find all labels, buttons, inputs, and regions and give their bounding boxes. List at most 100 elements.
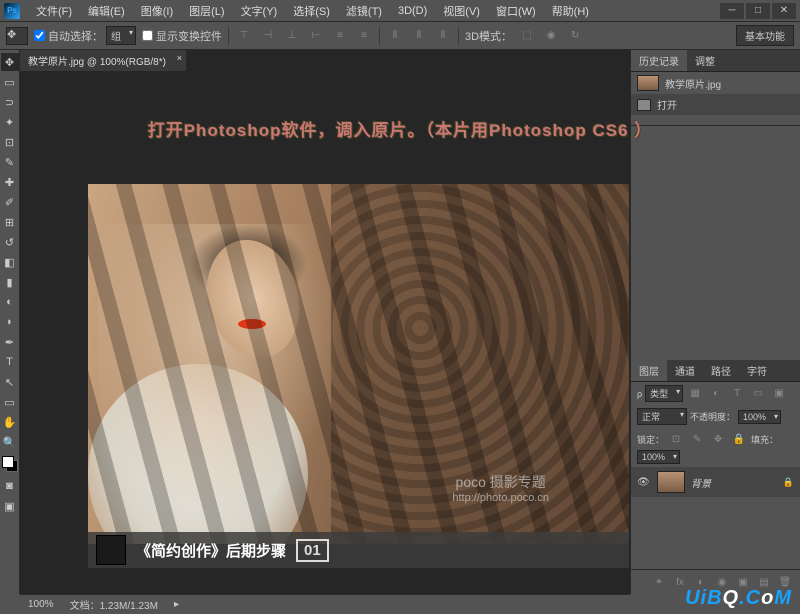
eyedropper-tool[interactable]: ✎: [1, 153, 19, 171]
wand-tool[interactable]: ✦: [1, 113, 19, 131]
brush-tool[interactable]: ✐: [1, 193, 19, 211]
move-tool-icon[interactable]: ✥: [6, 27, 28, 45]
color-swatch[interactable]: [2, 456, 18, 472]
menu-file[interactable]: 文件(F): [28, 1, 80, 21]
menu-layer[interactable]: 图层(L): [181, 1, 232, 21]
filter-smart-icon[interactable]: ▣: [770, 386, 788, 402]
snapshot-thumb: [637, 75, 659, 91]
auto-select-dropdown[interactable]: 组: [106, 26, 136, 45]
blur-tool[interactable]: ◐: [1, 293, 19, 311]
foreground-color[interactable]: [2, 456, 14, 468]
menu-edit[interactable]: 编辑(E): [80, 1, 133, 21]
open-step-icon: [637, 99, 651, 111]
canvas[interactable]: poco 摄影专题 http://photo.poco.cn: [88, 184, 629, 544]
lock-all-icon[interactable]: 🔒: [730, 431, 748, 447]
filter-pixel-icon[interactable]: ▦: [686, 386, 704, 402]
tab-adjustments[interactable]: 调整: [687, 50, 723, 71]
align-icon-1[interactable]: ⊤: [235, 28, 253, 44]
tab-channels[interactable]: 通道: [667, 360, 703, 381]
opacity-value[interactable]: 100%: [738, 410, 781, 424]
fill-value[interactable]: 100%: [637, 450, 680, 464]
menu-3d[interactable]: 3D(D): [390, 3, 435, 19]
menu-help[interactable]: 帮助(H): [544, 1, 597, 21]
menu-select[interactable]: 选择(S): [285, 1, 338, 21]
watermark-line1: poco 摄影专题: [452, 472, 549, 492]
align-icon-2[interactable]: ⊣: [259, 28, 277, 44]
stamp-tool[interactable]: ⊞: [1, 213, 19, 231]
minimize-button[interactable]: ─: [720, 3, 744, 19]
tab-character[interactable]: 字符: [739, 360, 775, 381]
align-icon-5[interactable]: ≡: [331, 28, 349, 44]
lock-pixel-icon[interactable]: ✎: [688, 431, 706, 447]
lock-trans-icon[interactable]: ⊡: [667, 431, 685, 447]
auto-select-checkbox[interactable]: [34, 30, 45, 41]
crop-tool[interactable]: ⊡: [1, 133, 19, 151]
move-tool[interactable]: ✥: [1, 53, 19, 71]
tab-layers[interactable]: 图层: [631, 360, 667, 381]
blend-mode-dropdown[interactable]: 正常: [637, 408, 687, 425]
3d-icon-3[interactable]: ↻: [566, 28, 584, 44]
hand-tool[interactable]: ✋: [1, 413, 19, 431]
path-tool[interactable]: ↖: [1, 373, 19, 391]
menu-image[interactable]: 图像(I): [133, 1, 181, 21]
auto-select-label: 自动选择：: [48, 28, 103, 44]
layer-kind-dropdown[interactable]: 类型: [645, 385, 683, 402]
visibility-eye-icon[interactable]: 👁: [637, 477, 651, 487]
layer-lock-row: 锁定： ⊡ ✎ ✥ 🔒 填充： 100%: [631, 428, 800, 467]
tab-paths[interactable]: 路径: [703, 360, 739, 381]
align-icon-3[interactable]: ⊥: [283, 28, 301, 44]
screenmode-tool[interactable]: ▣: [1, 497, 19, 515]
history-step[interactable]: 打开: [631, 94, 800, 115]
tutorial-overlay-text: 打开Photoshop软件，调入原片。（本片用Photoshop CS6 ）: [40, 116, 760, 141]
layer-blend-row: 正常 不透明度： 100%: [631, 405, 800, 428]
gradient-tool[interactable]: ▮: [1, 273, 19, 291]
distribute-icon-2[interactable]: ⫴: [410, 28, 428, 44]
close-button[interactable]: ✕: [772, 3, 796, 19]
filter-adj-icon[interactable]: ◐: [707, 386, 725, 402]
tutorial-banner: 《简约创作》后期步骤 01: [88, 532, 629, 568]
dodge-tool[interactable]: ◗: [1, 313, 19, 331]
menu-window[interactable]: 窗口(W): [488, 1, 544, 21]
show-transform-group: 显示变换控件: [142, 28, 222, 44]
distribute-icon-1[interactable]: ⫴: [386, 28, 404, 44]
menu-filter[interactable]: 滤镜(T): [338, 1, 390, 21]
3d-icon-1[interactable]: ⬚: [518, 28, 536, 44]
type-tool[interactable]: T: [1, 353, 19, 371]
show-transform-checkbox[interactable]: [142, 30, 153, 41]
lasso-tool[interactable]: ⊃: [1, 93, 19, 111]
3d-icon-2[interactable]: ◉: [542, 28, 560, 44]
menu-type[interactable]: 文字(Y): [233, 1, 286, 21]
quickmask-tool[interactable]: ◙: [1, 477, 19, 495]
shape-tool[interactable]: ▭: [1, 393, 19, 411]
layers-panel-tabs: 图层 通道 路径 字符: [631, 360, 800, 382]
status-arrow-icon[interactable]: ▸: [174, 599, 179, 610]
tab-history[interactable]: 历史记录: [631, 50, 687, 71]
healing-tool[interactable]: ✚: [1, 173, 19, 191]
filter-type-icon[interactable]: T: [728, 386, 746, 402]
marquee-tool[interactable]: ▭: [1, 73, 19, 91]
zoom-level[interactable]: 100%: [28, 599, 54, 610]
layer-name[interactable]: 背景: [691, 475, 711, 490]
workspace-switcher[interactable]: 基本功能: [736, 25, 794, 46]
distribute-icon-3[interactable]: ⫴: [434, 28, 452, 44]
tab-close-icon[interactable]: ×: [177, 53, 182, 63]
history-brush-tool[interactable]: ↺: [1, 233, 19, 251]
link-layers-icon[interactable]: ⚭: [650, 574, 668, 590]
align-icon-6[interactable]: ≡: [355, 28, 373, 44]
history-step-label: 打开: [657, 97, 677, 112]
layer-row-background[interactable]: 👁 背景 🔒: [631, 467, 800, 497]
layer-thumbnail[interactable]: [657, 471, 685, 493]
lock-pos-icon[interactable]: ✥: [709, 431, 727, 447]
history-snapshot[interactable]: 教学原片.jpg: [631, 72, 800, 94]
layers-empty: [631, 497, 800, 569]
zoom-tool[interactable]: 🔍: [1, 433, 19, 451]
doc-info[interactable]: 文档：1.23M/1.23M: [70, 597, 158, 612]
maximize-button[interactable]: □: [746, 3, 770, 19]
align-icon-4[interactable]: ⊢: [307, 28, 325, 44]
pen-tool[interactable]: ✒: [1, 333, 19, 351]
document-tab[interactable]: 教学原片.jpg @ 100%(RGB/8*) ×: [20, 50, 186, 71]
eraser-tool[interactable]: ◧: [1, 253, 19, 271]
filter-shape-icon[interactable]: ▭: [749, 386, 767, 402]
menu-view[interactable]: 视图(V): [435, 1, 488, 21]
panel-spacer: [631, 126, 800, 360]
